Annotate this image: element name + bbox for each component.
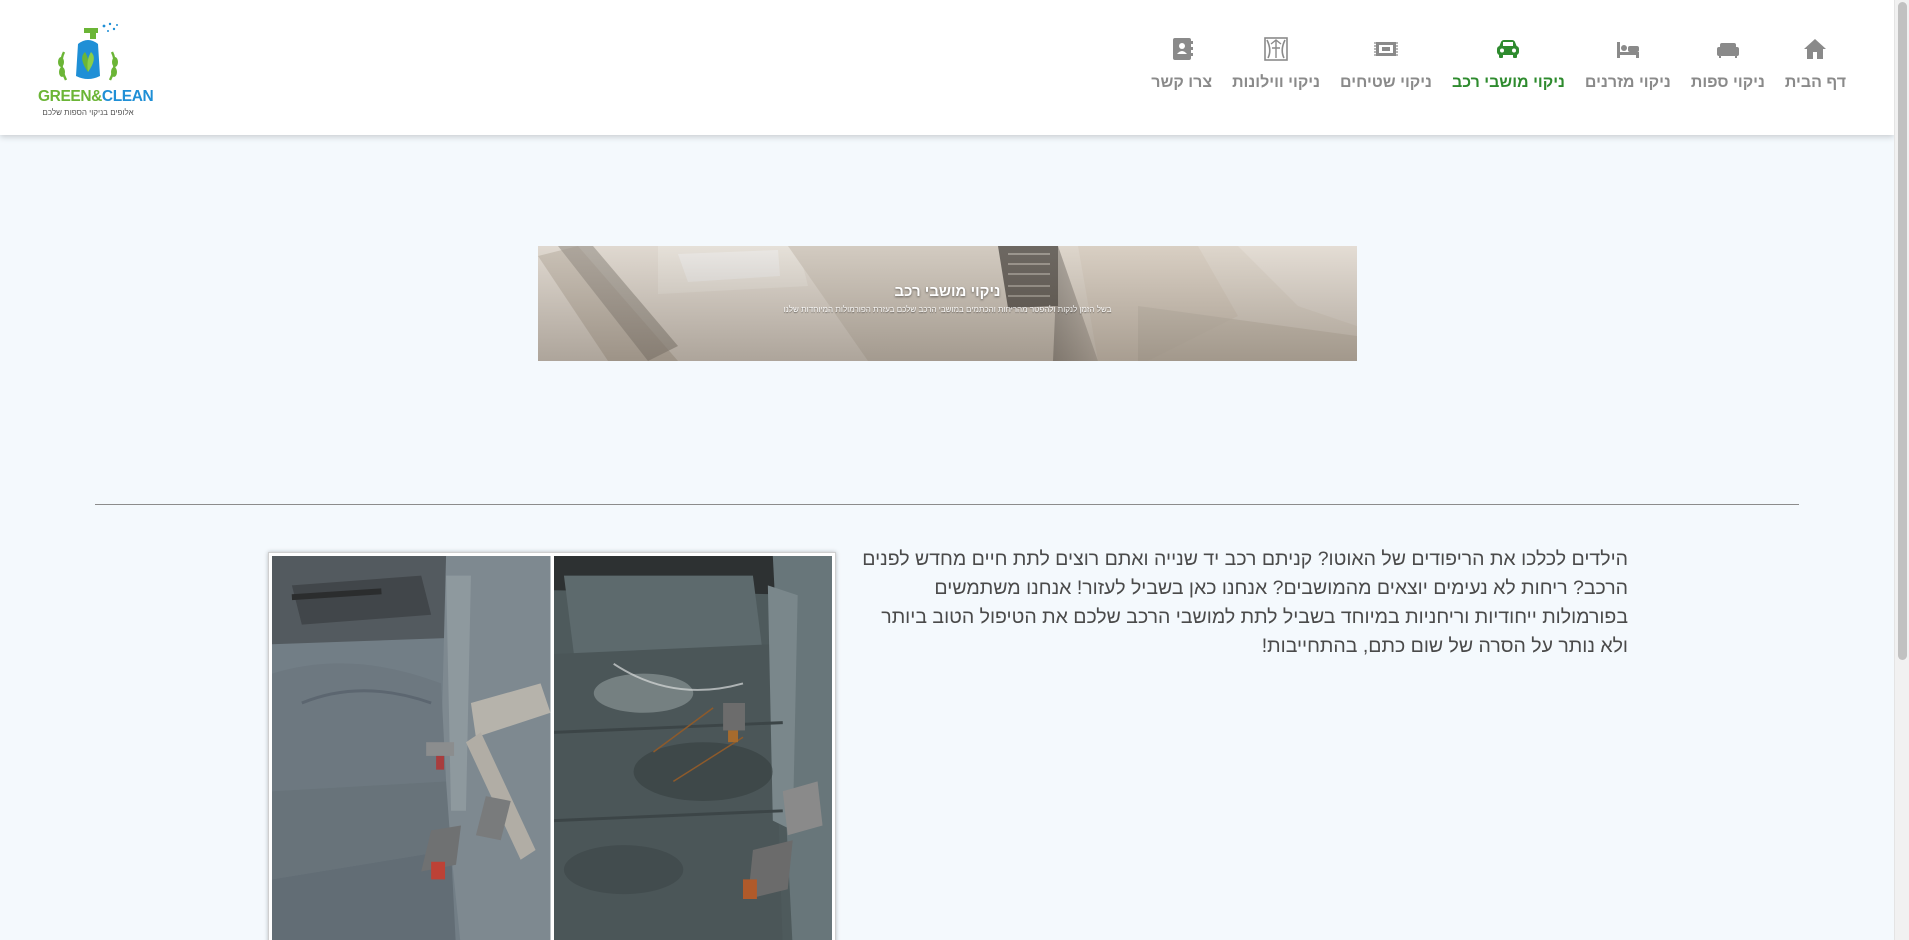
logo-word-clean: CLEAN <box>101 88 154 105</box>
hero-title: ניקוי מושבי רכב <box>894 283 1001 300</box>
nav-item-home[interactable]: דף הבית <box>1785 36 1846 92</box>
logo-word-green: GREEN <box>38 88 92 105</box>
nav-item-curtain-cleaning[interactable]: ניקוי ווילונות <box>1232 36 1320 92</box>
nav-label: ניקוי מזרנים <box>1584 74 1671 91</box>
nav-item-rug-cleaning[interactable]: ניקוי שטיחים <box>1340 36 1432 92</box>
nav-item-sofa-cleaning[interactable]: ניקוי ספות <box>1691 36 1765 92</box>
spray-bottle-leaf-logo-icon <box>58 22 118 81</box>
photo-after-clean-seat <box>272 556 551 940</box>
curtain-icon <box>1263 36 1289 62</box>
site-logo[interactable]: GREEN&CLEAN אלופים בניקוי הספות שלכם <box>38 22 154 122</box>
nav-label: צרו קשר <box>1151 74 1213 91</box>
main-nav: דף הבית ניקוי ספות ניקוי מזרנים ניקוי מו… <box>1131 36 1846 116</box>
hero-subtitle: בשל הזמן לנקות ולהפטר מהריחות והכתמים במ… <box>783 305 1112 314</box>
sofa-icon <box>1715 36 1741 62</box>
logo-word-amp: & <box>91 88 102 105</box>
home-icon <box>1802 36 1828 62</box>
hero-overlay <box>538 246 1357 361</box>
nav-label: ניקוי שטיחים <box>1340 74 1432 91</box>
section-divider <box>95 504 1799 505</box>
nav-label: ניקוי ספות <box>1690 74 1765 91</box>
bed-icon <box>1615 36 1641 62</box>
photo-before-dirty-seat <box>553 556 832 940</box>
scrollbar-thumb[interactable] <box>1898 2 1907 660</box>
nav-label: דף הבית <box>1784 74 1846 91</box>
nav-item-contact[interactable]: צרו קשר <box>1151 36 1212 92</box>
nav-item-mattress-cleaning[interactable]: ניקוי מזרנים <box>1585 36 1671 92</box>
logo-tagline: אלופים בניקוי הספות שלכם <box>42 108 134 117</box>
hero-banner: ניקוי מושבי רכב בשל הזמן לנקות ולהפטר מה… <box>538 246 1357 361</box>
nav-item-car-seat-cleaning[interactable]: ניקוי מושבי רכב <box>1452 36 1565 92</box>
logo-wordmark: GREEN&CLEAN <box>38 88 154 106</box>
address-book-icon <box>1169 36 1195 62</box>
page-scrollbar[interactable] <box>1894 0 1909 940</box>
article-paragraph: הילדים לכלכו את הריפודים של האוטו? קניתם… <box>862 548 1628 657</box>
car-icon <box>1495 36 1521 62</box>
site-header: GREEN&CLEAN אלופים בניקוי הספות שלכם דף … <box>0 0 1894 135</box>
nav-label: ניקוי ווילונות <box>1232 74 1321 91</box>
before-after-photo[interactable] <box>268 552 836 940</box>
nav-label: ניקוי מושבי רכב <box>1451 74 1565 91</box>
rug-icon <box>1373 36 1399 62</box>
